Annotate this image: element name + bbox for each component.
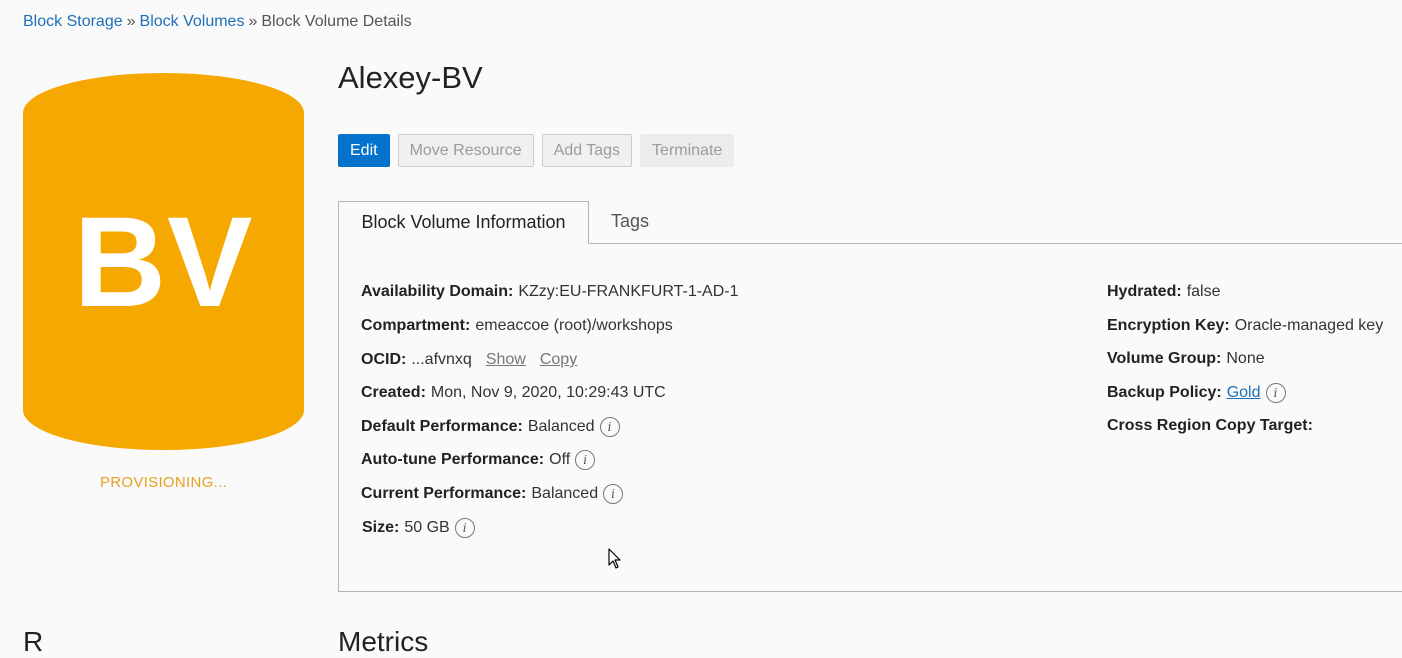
info-icon[interactable]: i	[603, 484, 624, 504]
compartment-row: Compartment: emeaccoe (root)/workshops	[361, 317, 673, 335]
availability-domain-value: KZzy:EU-FRANKFURT-1-AD-1	[518, 283, 739, 300]
encryption-key-label: Encryption Key:	[1107, 317, 1230, 334]
default-performance-row: Default Performance: Balanced i	[361, 417, 620, 437]
ocid-show-link[interactable]: Show	[486, 351, 526, 369]
tab-block-volume-information[interactable]: Block Volume Information	[338, 201, 589, 244]
ocid-row: OCID: ...afvnxq Show Copy	[361, 351, 577, 369]
move-resource-button[interactable]: Move Resource	[397, 134, 534, 167]
info-icon[interactable]: i	[1265, 383, 1286, 403]
hydrated-label: Hydrated:	[1107, 283, 1182, 300]
hydrated-row: Hydrated: false	[1107, 283, 1220, 301]
info-icon[interactable]: i	[599, 417, 620, 437]
mouse-pointer-icon	[608, 548, 621, 569]
backup-policy-link[interactable]: Gold	[1227, 384, 1261, 402]
breadcrumb-current: Block Volume Details	[261, 13, 412, 30]
default-performance-label: Default Performance:	[361, 418, 523, 435]
breadcrumb-block-volumes[interactable]: Block Volumes	[140, 13, 245, 30]
volume-group-value: None	[1226, 350, 1265, 367]
ocid-label: OCID:	[361, 351, 407, 368]
encryption-key-value: Oracle-managed key	[1234, 317, 1384, 334]
info-icon[interactable]: i	[454, 518, 475, 538]
volume-group-label: Volume Group:	[1107, 350, 1222, 367]
backup-policy-row: Backup Policy: Gold i	[1107, 383, 1286, 403]
metrics-heading: Metrics	[338, 626, 429, 657]
edit-button[interactable]: Edit	[338, 134, 390, 167]
encryption-key-row: Encryption Key: Oracle-managed key	[1107, 317, 1383, 335]
details-panel: Availability Domain: KZzy:EU-FRANKFURT-1…	[338, 243, 1402, 592]
resource-icon-letters: BV	[73, 191, 254, 334]
auto-tune-performance-value: Off	[549, 451, 571, 468]
breadcrumb: Block Storage» Block Volumes» Block Volume…	[23, 13, 412, 31]
add-tags-button[interactable]: Add Tags	[541, 134, 633, 167]
block-volume-icon: BV	[23, 73, 304, 450]
cross-region-copy-target-row: Cross Region Copy Target:	[1107, 417, 1318, 435]
compartment-value: emeaccoe (root)/workshops	[475, 317, 673, 334]
created-value: Mon, Nov 9, 2020, 10:29:43 UTC	[430, 384, 666, 401]
ocid-copy-link[interactable]: Copy	[540, 351, 577, 369]
compartment-label: Compartment:	[361, 317, 471, 334]
action-toolbar: Edit Move Resource Add Tags Terminate	[338, 134, 735, 167]
cross-region-copy-target-label: Cross Region Copy Target:	[1107, 417, 1313, 434]
auto-tune-performance-label: Auto-tune Performance:	[361, 451, 545, 468]
current-performance-value: Balanced	[531, 485, 599, 502]
default-performance-value: Balanced	[527, 418, 595, 435]
created-label: Created:	[361, 384, 426, 401]
info-icon[interactable]: i	[575, 450, 596, 470]
section-heading-left: R	[23, 626, 44, 657]
hydrated-value: false	[1186, 283, 1221, 300]
auto-tune-performance-row: Auto-tune Performance: Off i	[361, 450, 596, 470]
volume-group-row: Volume Group: None	[1107, 350, 1265, 368]
availability-domain-row: Availability Domain: KZzy:EU-FRANKFURT-1…	[361, 283, 739, 301]
size-label: Size:	[362, 519, 400, 536]
page-title: Alexey-BV	[338, 60, 483, 95]
detail-tabs: Block Volume Information Tags	[338, 201, 1402, 244]
lifecycle-status: PROVISIONING...	[99, 474, 228, 491]
ocid-value: ...afvnxq	[411, 351, 472, 368]
terminate-button[interactable]: Terminate	[640, 134, 735, 167]
created-row: Created: Mon, Nov 9, 2020, 10:29:43 UTC	[361, 384, 666, 402]
tab-tags[interactable]: Tags	[611, 201, 649, 243]
size-value: 50 GB	[404, 519, 450, 536]
current-performance-row: Current Performance: Balanced i	[361, 484, 624, 504]
current-performance-label: Current Performance:	[361, 485, 527, 502]
size-row: Size: 50 GB i	[362, 518, 475, 538]
breadcrumb-separator: »	[248, 13, 258, 30]
backup-policy-label: Backup Policy:	[1107, 384, 1222, 401]
availability-domain-label: Availability Domain:	[361, 283, 514, 300]
breadcrumb-separator: »	[126, 13, 136, 30]
breadcrumb-block-storage[interactable]: Block Storage	[23, 13, 123, 30]
